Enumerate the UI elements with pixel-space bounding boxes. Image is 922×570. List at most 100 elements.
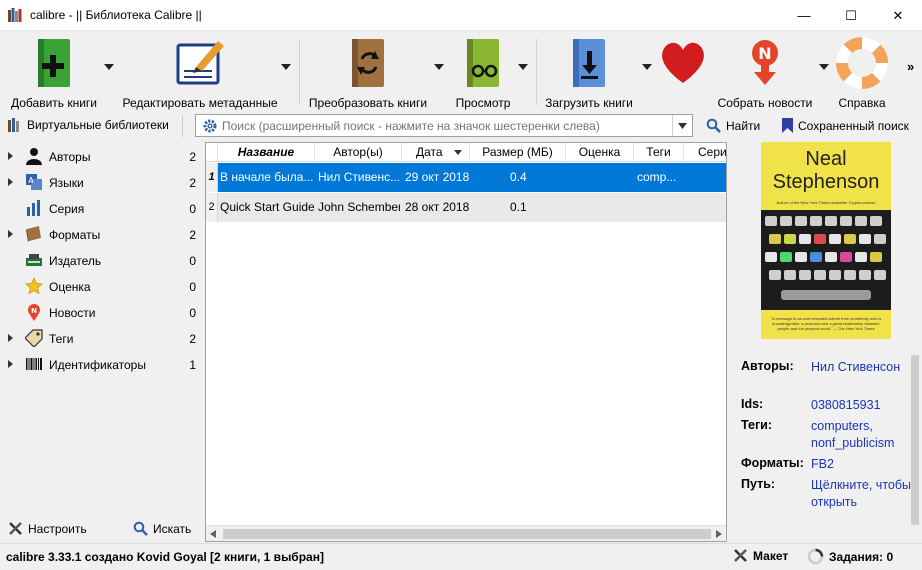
search-icon <box>706 118 721 133</box>
edit-metadata-dropdown-arrow[interactable] <box>281 64 291 70</box>
selection-info: [2 книги, 1 выбран] <box>210 550 324 564</box>
heart-icon <box>662 42 704 83</box>
tag-item-publisher[interactable]: Издатель 0 <box>0 247 201 273</box>
add-books-dropdown-arrow[interactable] <box>104 64 114 70</box>
toolbar-separator <box>536 39 537 105</box>
expand-arrow-icon[interactable] <box>8 152 13 160</box>
column-header-size[interactable]: Размер (МБ) <box>470 143 566 162</box>
tag-item-series[interactable]: Серия 0 <box>0 195 201 221</box>
sort-descending-icon <box>454 150 462 155</box>
cover-tagline: Author of the New York Times bestseller … <box>776 200 876 205</box>
cell-date: 29 окт 2018 <box>405 170 469 184</box>
svg-text:N: N <box>758 44 771 63</box>
column-header-series[interactable]: Сери <box>684 143 726 162</box>
svg-text:N: N <box>31 307 37 315</box>
details-vertical-scrollbar[interactable] <box>911 347 919 537</box>
tags-link[interactable]: computers, nonf_publicism <box>811 418 911 452</box>
fetch-news-button[interactable]: N Собрать новости <box>716 37 814 110</box>
toolbar-overflow-button[interactable]: » <box>907 59 914 74</box>
table-row[interactable]: 1 В начале была... Нил Стивенс... 29 окт… <box>206 163 726 192</box>
send-to-device-dropdown-arrow[interactable] <box>642 64 652 70</box>
column-header-date[interactable]: Дата <box>402 143 470 162</box>
tag-browser-find-button[interactable]: Искать <box>133 521 191 536</box>
cell-tags: comp... <box>637 170 677 184</box>
find-button[interactable]: Найти <box>706 118 760 133</box>
minimize-button[interactable]: — <box>781 0 827 31</box>
chevron-down-icon <box>678 122 687 129</box>
author-link[interactable]: Нил Стивенсон <box>811 359 911 376</box>
donate-button[interactable] <box>657 37 709 92</box>
close-button[interactable]: ✕ <box>875 0 921 31</box>
gear-icon[interactable] <box>203 119 217 133</box>
horizontal-scrollbar[interactable] <box>206 525 726 541</box>
format-link[interactable]: FB2 <box>811 456 911 473</box>
expand-arrow-icon[interactable] <box>8 360 13 368</box>
tools-icon <box>9 522 22 535</box>
toolbar-separator <box>299 39 300 105</box>
send-to-device-icon <box>573 39 605 87</box>
window-title: calibre - || Библиотека Calibre || <box>30 8 202 22</box>
column-header-rating[interactable]: Оценка <box>566 143 634 162</box>
search-history-dropdown[interactable] <box>672 115 692 136</box>
main-toolbar: Добавить книги Редактировать метаданные … <box>0 31 922 111</box>
bookmark-icon <box>782 118 793 133</box>
view-book-icon <box>467 39 499 87</box>
help-button[interactable]: Справка <box>834 37 890 110</box>
jobs-button[interactable]: Задания: 0 <box>807 548 893 565</box>
tag-item-languages[interactable]: A Языки 2 <box>0 169 201 195</box>
convert-books-button[interactable]: Преобразовать книги <box>306 37 430 110</box>
expand-arrow-icon[interactable] <box>8 178 13 186</box>
cell-size: 0.1 <box>510 200 527 214</box>
virtual-libraries-button[interactable]: Виртуальные библиотеки <box>8 118 169 132</box>
scroll-left-icon[interactable] <box>210 530 216 538</box>
cell-title: Quick Start Guide <box>220 200 314 214</box>
typewriter-keys-illustration <box>761 210 891 310</box>
version-info: calibre 3.33.1 создано Kovid Goyal <box>6 550 207 564</box>
news-icon: N <box>28 304 40 321</box>
search-input[interactable] <box>222 117 662 134</box>
user-icon <box>26 148 42 165</box>
path-link[interactable]: Щёлкните, чтобы открыть <box>811 477 911 511</box>
scrollbar-thumb[interactable] <box>911 355 919 525</box>
header-corner <box>206 143 218 162</box>
tag-item-news[interactable]: N Новости 0 <box>0 299 201 325</box>
row-number: 2 <box>206 193 218 222</box>
book-cover[interactable]: Neal Stephenson Author of the New York T… <box>761 142 891 339</box>
title-bar: calibre - || Библиотека Calibre || — ☐ ✕ <box>0 0 922 31</box>
fetch-news-dropdown-arrow[interactable] <box>819 64 829 70</box>
layout-button[interactable]: Макет <box>733 548 788 563</box>
search-box[interactable] <box>195 114 693 137</box>
column-header-title[interactable]: Название <box>218 143 315 162</box>
svg-text:A: A <box>28 176 34 185</box>
maximize-button[interactable]: ☐ <box>828 0 874 31</box>
table-row[interactable]: 2 Quick Start Guide John Schember 28 окт… <box>206 193 726 222</box>
edit-metadata-button[interactable]: Редактировать метаданные <box>122 37 278 110</box>
tag-item-tags[interactable]: Теги 2 <box>0 325 201 351</box>
send-to-device-button[interactable]: Загрузить книги <box>542 37 636 110</box>
tag-item-authors[interactable]: Авторы 2 <box>0 143 201 169</box>
convert-book-icon <box>352 39 384 87</box>
column-header-authors[interactable]: Автор(ы) <box>315 143 402 162</box>
scrollbar-thumb[interactable] <box>223 529 711 539</box>
book-icon <box>26 226 41 242</box>
expand-arrow-icon[interactable] <box>8 334 13 342</box>
expand-arrow-icon[interactable] <box>8 230 13 238</box>
view-dropdown-arrow[interactable] <box>518 64 528 70</box>
tag-browser: Авторы 2 A Языки 2 Серия 0 Форматы 2 Изд… <box>0 141 201 541</box>
tag-item-formats[interactable]: Форматы 2 <box>0 221 201 247</box>
tag-item-rating[interactable]: Оценка 0 <box>0 273 201 299</box>
configure-tag-browser-button[interactable]: Настроить <box>8 521 87 536</box>
saved-search-button[interactable]: Сохраненный поиск <box>782 118 909 133</box>
tag-item-identifiers[interactable]: Идентификаторы 1 <box>0 351 201 377</box>
search-separator <box>182 115 183 137</box>
book-details-panel: Neal Stephenson Author of the New York T… <box>731 142 922 542</box>
cell-size: 0.4 <box>510 170 527 184</box>
convert-books-dropdown-arrow[interactable] <box>434 64 444 70</box>
id-link[interactable]: 0380815931 <box>811 397 911 414</box>
book-list: Название Автор(ы) Дата Размер (МБ) Оценк… <box>205 142 727 542</box>
scroll-right-icon[interactable] <box>716 530 722 538</box>
view-button[interactable]: Просмотр <box>452 37 514 110</box>
column-header-tags[interactable]: Теги <box>634 143 684 162</box>
add-books-button[interactable]: Добавить книги <box>6 37 102 110</box>
tag-icon <box>25 329 43 347</box>
